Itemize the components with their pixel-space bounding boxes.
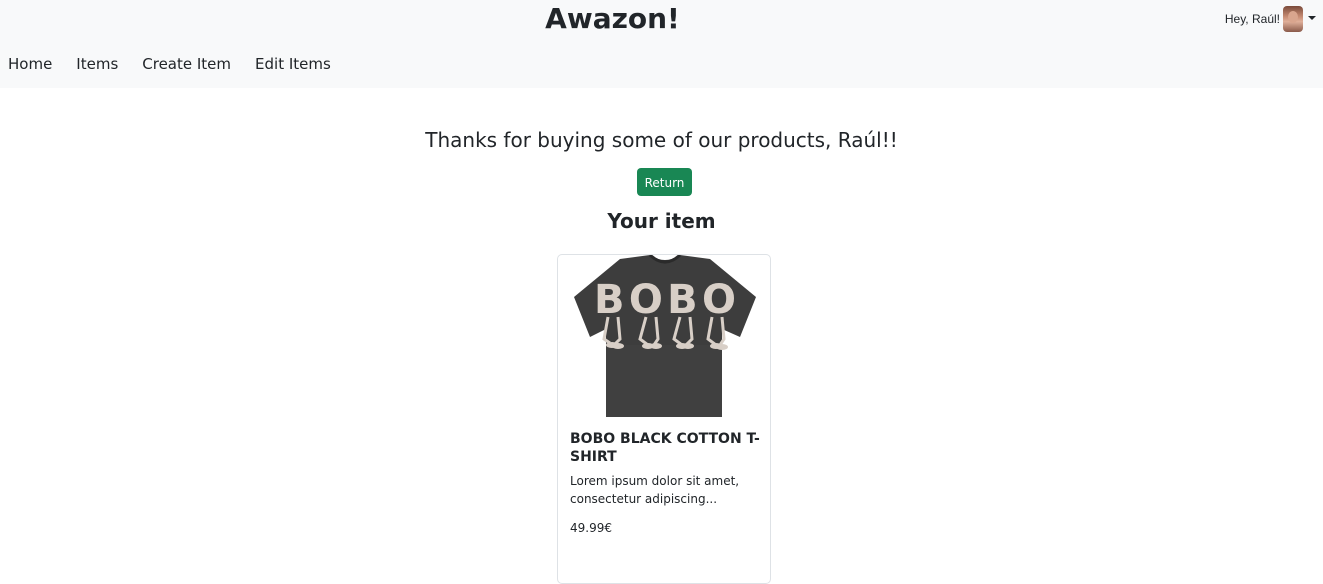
thanks-message: Thanks for buying some of our products, … xyxy=(425,128,898,152)
user-greeting: Hey, Raúl! xyxy=(1224,12,1280,26)
nav-item-home[interactable]: Home xyxy=(0,51,60,77)
dropdown-caret-icon[interactable] xyxy=(1308,16,1316,20)
nav-item-create-item[interactable]: Create Item xyxy=(134,51,239,77)
nav-item-items[interactable]: Items xyxy=(68,51,126,77)
section-title: Your item xyxy=(607,209,716,233)
product-title: BOBO BLACK COTTON T-SHIRT xyxy=(570,431,760,465)
avatar[interactable] xyxy=(1283,6,1303,32)
main-nav: Home Items Create Item Edit Items xyxy=(0,51,339,77)
product-image: BOBO xyxy=(574,255,756,417)
product-description: Lorem ipsum dolor sit amet, consectetur … xyxy=(570,474,740,506)
product-price: 49.99€ xyxy=(570,521,612,535)
navbar: Awazon! Hey, Raúl! Home Items Create Ite… xyxy=(0,0,1323,88)
product-card[interactable]: BOBO BOBO BLACK COTTON T-SHIRT Lorem ips… xyxy=(557,254,771,584)
nav-item-edit-items[interactable]: Edit Items xyxy=(247,51,339,77)
brand-title[interactable]: Awazon! xyxy=(0,0,1225,38)
user-menu[interactable]: Hey, Raúl! xyxy=(1225,6,1316,32)
return-button[interactable]: Return xyxy=(637,168,692,196)
